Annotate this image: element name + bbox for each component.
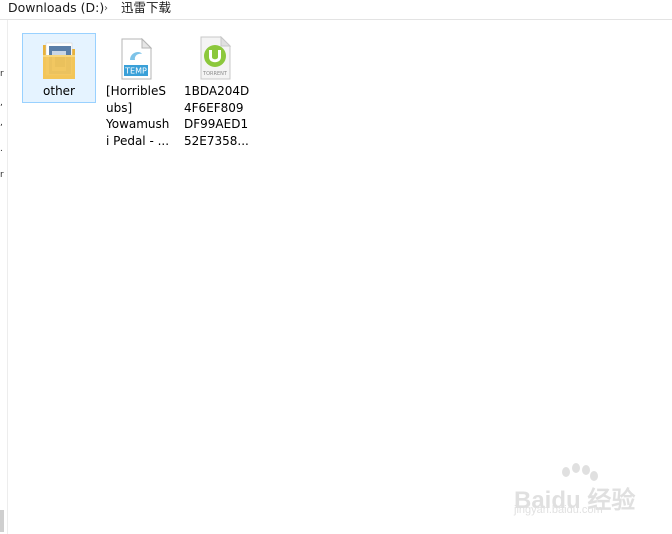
navigation-pane: r , , . r (0, 20, 8, 534)
breadcrumb-item-drive[interactable]: Downloads (D:) (8, 0, 104, 16)
watermark-url: jingyan.baidu.com (514, 504, 603, 516)
baidu-jingyan-watermark: Baidu 经验 jingyan.baidu.com (512, 462, 662, 520)
nav-pane-item[interactable]: , (0, 118, 3, 128)
file-item-temp[interactable]: TEMP [HorribleS ubs] Yowamush i Pedal - … (99, 33, 173, 153)
folder-icon (41, 39, 77, 85)
chevron-right-icon[interactable]: › (104, 1, 108, 17)
file-name: 1BDA204D 4F6EF809 DF99AED1 52E7358... (184, 84, 250, 148)
nav-pane-item[interactable]: , (0, 98, 3, 108)
temp-file-icon: TEMP (118, 37, 154, 84)
file-item-folder-other[interactable]: other (22, 33, 96, 103)
file-item-torrent[interactable]: TORRENT 1BDA204D 4F6EF809 DF99AED1 52E73… (177, 33, 251, 153)
torrent-file-icon: TORRENT (197, 35, 233, 84)
nav-pane-item[interactable]: . (0, 144, 3, 154)
nav-pane-item[interactable]: r (0, 170, 4, 180)
torrent-icon-text: TORRENT (202, 71, 228, 77)
temp-icon-text: TEMP (124, 67, 147, 76)
nav-pane-scrollbar[interactable] (0, 510, 4, 532)
nav-pane-item[interactable]: r (0, 69, 4, 79)
file-name: other (43, 84, 75, 98)
file-name: [HorribleS ubs] Yowamush i Pedal - ... (106, 84, 170, 148)
breadcrumb: Downloads (D:) › 迅雷下载 (0, 0, 672, 20)
breadcrumb-item-folder[interactable]: 迅雷下载 (121, 0, 171, 16)
